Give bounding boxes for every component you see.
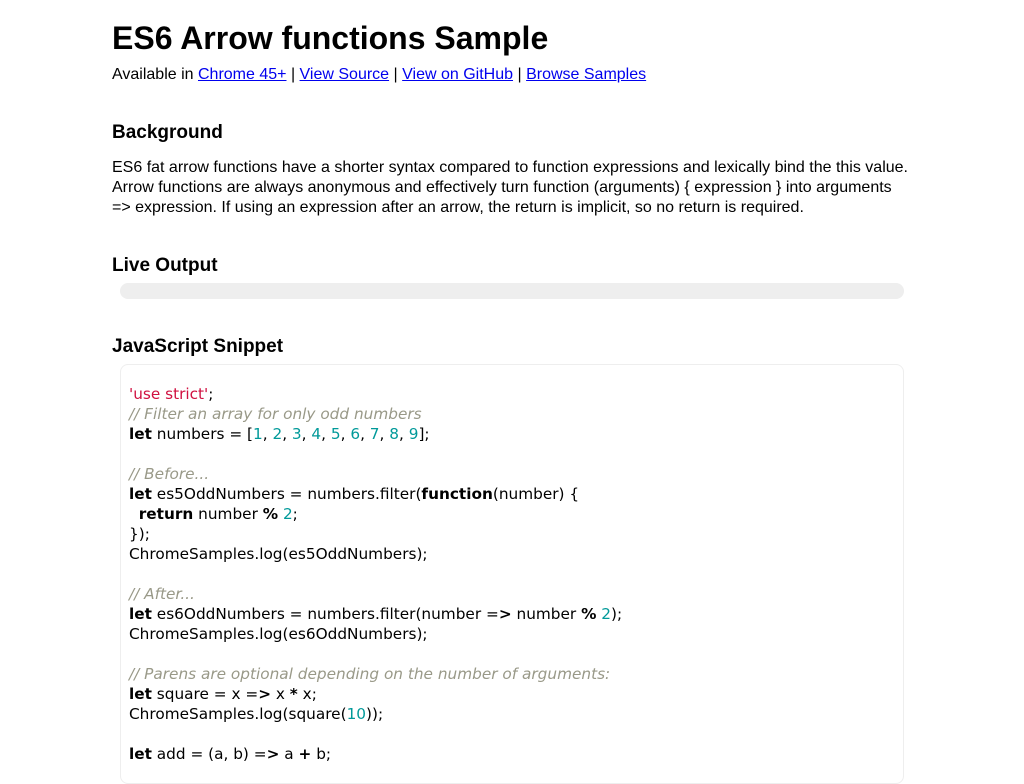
code-line: }); (129, 525, 150, 543)
code-text: b; (311, 745, 332, 763)
code-text: , (340, 425, 351, 443)
live-output-panel (120, 283, 904, 299)
browse-samples-link[interactable]: Browse Samples (526, 66, 646, 83)
code-operator: + (298, 745, 312, 763)
page-title: ES6 Arrow functions Sample (112, 20, 549, 56)
code-block: 'use strict'; // Filter an array for onl… (129, 384, 622, 764)
code-comment: // After... (129, 585, 195, 603)
code-string: 'use strict' (129, 385, 209, 403)
code-text: a (279, 745, 299, 763)
code-line: let es6OddNumbers = numbers.filter(numbe… (129, 605, 622, 623)
code-line: ChromeSamples.log(es6OddNumbers); (129, 625, 428, 643)
code-text: square = x = (151, 685, 259, 703)
availability-line: Available in Chrome 45+ | View Source | … (112, 66, 646, 84)
code-line: return number % 2; (129, 505, 298, 523)
code-text: es6OddNumbers = numbers.filter(number = (151, 605, 499, 623)
view-on-github-link[interactable]: View on GitHub (402, 66, 513, 83)
code-text: , (379, 425, 390, 443)
code-operator: % (262, 505, 279, 523)
code-text: }); (129, 525, 150, 543)
code-operator: > (498, 605, 512, 623)
code-number: 10 (346, 705, 367, 723)
code-text: numbers = [ (151, 425, 253, 443)
code-text: (number) { (492, 485, 580, 503)
code-text: ChromeSamples.log(es6OddNumbers); (129, 625, 428, 643)
code-comment: // Filter an array for only odd numbers (129, 405, 422, 423)
code-number: 8 (389, 425, 399, 443)
code-text: ChromeSamples.log(square( (129, 705, 347, 723)
code-keyword: function (421, 485, 493, 503)
code-text: number (193, 505, 263, 523)
live-output-heading: Live Output (112, 255, 218, 276)
code-number: 5 (330, 425, 341, 443)
code-number: 1 (252, 425, 263, 443)
chrome-version-link[interactable]: Chrome 45+ (198, 66, 287, 83)
code-number: 2 (601, 605, 612, 623)
code-text: , (399, 425, 409, 443)
view-source-link[interactable]: View Source (300, 66, 390, 83)
code-line: // Parens are optional depending on the … (129, 665, 610, 683)
code-comment: // Parens are optional depending on the … (129, 665, 611, 683)
code-text: ; (292, 505, 298, 523)
code-line: let es5OddNumbers = numbers.filter(funct… (129, 485, 579, 503)
background-description: ES6 fat arrow functions have a shorter s… (112, 159, 908, 216)
code-number: 6 (350, 425, 361, 443)
code-snippet-box: 'use strict'; // Filter an array for onl… (120, 364, 904, 784)
code-keyword: return (138, 505, 194, 523)
code-number: 2 (272, 425, 283, 443)
code-text: , (282, 425, 292, 443)
background-heading: Background (112, 122, 223, 143)
code-text: , (262, 425, 273, 443)
code-text: x; (297, 685, 317, 703)
code-line: // After... (129, 585, 195, 603)
code-text: , (301, 425, 312, 443)
code-operator: * (289, 685, 298, 703)
code-keyword: let (129, 745, 152, 763)
code-text: number (511, 605, 582, 623)
code-text: ); (611, 605, 623, 623)
code-operator: > (266, 745, 280, 763)
separator: | (517, 66, 522, 83)
code-number: 3 (291, 425, 302, 443)
availability-prefix: Available in (112, 66, 198, 83)
code-number: 7 (369, 425, 380, 443)
code-text: es5OddNumbers = numbers.filter( (151, 485, 422, 503)
code-keyword: let (129, 685, 152, 703)
code-number: 4 (311, 425, 322, 443)
code-operator: > (258, 685, 272, 703)
code-text: , (321, 425, 331, 443)
code-line: // Filter an array for only odd numbers (129, 405, 422, 423)
code-operator: % (581, 605, 597, 623)
code-text: )); (366, 705, 384, 723)
code-keyword: let (129, 605, 152, 623)
code-number: 2 (282, 505, 293, 523)
code-text: add = (a, b) = (151, 745, 267, 763)
code-line: let numbers = [1, 2, 3, 4, 5, 6, 7, 8, 9… (129, 425, 430, 443)
code-text: x (271, 685, 290, 703)
code-line: 'use strict'; (129, 385, 213, 403)
code-line: let add = (a, b) => a + b; (129, 745, 331, 763)
code-line: ChromeSamples.log(es5OddNumbers); (129, 545, 428, 563)
separator: | (393, 66, 398, 83)
code-line: let square = x => x * x; (129, 685, 317, 703)
code-text: ; (208, 385, 214, 403)
code-keyword: let (129, 485, 152, 503)
code-text: ChromeSamples.log(es5OddNumbers); (129, 545, 428, 563)
code-text: , (360, 425, 370, 443)
code-text: ]; (418, 425, 430, 443)
code-number: 9 (408, 425, 419, 443)
code-line: // Before... (129, 465, 209, 483)
javascript-snippet-heading: JavaScript Snippet (112, 336, 284, 357)
code-comment: // Before... (129, 465, 210, 483)
code-line: ChromeSamples.log(square(10)); (129, 705, 383, 723)
code-keyword: let (129, 425, 152, 443)
separator: | (290, 66, 296, 83)
